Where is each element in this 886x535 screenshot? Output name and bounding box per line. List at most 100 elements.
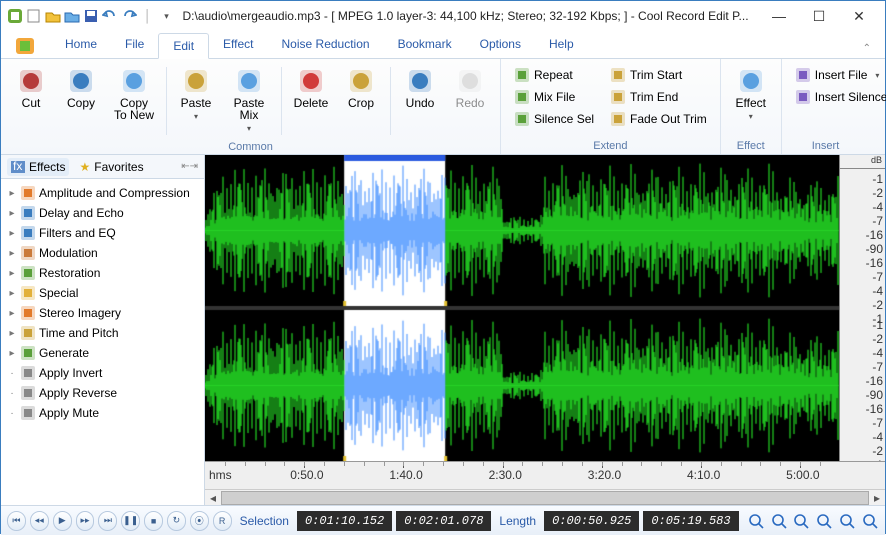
transport-skip-start-button[interactable]: ⏮ [7, 511, 26, 531]
effect-button[interactable]: Effect▾ [727, 63, 775, 127]
tree-time-pitch[interactable]: ▸ Time and Pitch [3, 323, 202, 343]
new-icon[interactable] [26, 8, 42, 24]
tree-generate[interactable]: ▸Generate [3, 343, 202, 363]
tab-fav-label: Favorites [94, 160, 143, 174]
time-pitch-icon [20, 325, 36, 341]
transport-play-button[interactable]: ▶ [53, 511, 72, 531]
open-icon[interactable] [45, 8, 61, 24]
transport-pause-button[interactable]: ❚❚ [121, 511, 140, 531]
tree-restoration[interactable]: ▸Restoration [3, 263, 202, 283]
open2-icon[interactable] [64, 8, 80, 24]
qa-chev-icon[interactable]: ▾ [159, 8, 175, 24]
paste-button[interactable]: Paste▾ [172, 63, 220, 127]
db-unit: dB [840, 155, 885, 169]
trim-start-button[interactable]: Trim Start [607, 65, 710, 85]
menu-effect[interactable]: Effect [209, 32, 267, 58]
save-icon[interactable] [83, 8, 99, 24]
tab-effects[interactable]: fx Effects [7, 158, 69, 176]
insert-file-button[interactable]: Insert File▾ [792, 65, 886, 85]
transport-stop-button[interactable]: ■ [144, 511, 163, 531]
scroll-left-icon[interactable]: ◂ [205, 491, 221, 505]
panel-expand-icon[interactable]: ⇤⇥ [181, 161, 198, 172]
transport-prev-button[interactable]: ◂◂ [30, 511, 49, 531]
silence-sel-button[interactable]: Silence Sel [511, 109, 597, 129]
expand-icon[interactable]: ▸ [7, 268, 17, 279]
close-button[interactable]: ✕ [839, 3, 879, 29]
transport-record-toggle-button[interactable]: ⦿ [190, 511, 209, 531]
expand-icon[interactable]: ▸ [7, 228, 17, 239]
mix-file-button[interactable]: Mix File [511, 87, 597, 107]
menu-bookmark[interactable]: Bookmark [384, 32, 466, 58]
ruler-mark: 0:50.0 [290, 468, 323, 482]
delete-button[interactable]: Delete [287, 63, 335, 113]
menu-file[interactable]: File [111, 32, 158, 58]
paste-icon [182, 67, 210, 95]
insert-silence-button[interactable]: Insert Silence▾ [792, 87, 886, 107]
expand-icon[interactable]: ▸ [7, 208, 17, 219]
tab-favorites[interactable]: ★ Favorites [75, 158, 147, 176]
paste-mix-button[interactable]: PasteMix▾ [222, 63, 276, 139]
menu-help[interactable]: Help [535, 32, 588, 58]
tree-filters[interactable]: ▸ Filters and EQ [3, 223, 202, 243]
tree-amplitude[interactable]: ▸Amplitude and Compression [3, 183, 202, 203]
menu-options[interactable]: Options [466, 32, 535, 58]
copy-to-new-label: CopyTo New [114, 97, 154, 121]
ruler-unit: hms [209, 468, 232, 482]
menu-noise-reduction[interactable]: Noise Reduction [268, 32, 384, 58]
crop-button[interactable]: Crop [337, 63, 385, 113]
tree-modulation[interactable]: ▸Modulation [3, 243, 202, 263]
trim-end-button[interactable]: Trim End [607, 87, 710, 107]
hscrollbar[interactable]: ◂ ▸ [205, 489, 885, 505]
tree-label: Time and Pitch [39, 326, 119, 340]
redo-icon[interactable] [121, 8, 137, 24]
tree-apply-mute[interactable]: ·Apply Mute [3, 403, 202, 423]
crop-icon [347, 67, 375, 95]
delay-icon [20, 205, 36, 221]
ribbon-collapse-icon[interactable]: ⌃ [859, 39, 875, 58]
undo-button[interactable]: Undo [396, 63, 444, 113]
zoom-out-button[interactable] [769, 511, 788, 531]
effect-icon [737, 67, 765, 95]
silence-sel-icon [514, 111, 530, 127]
copy-to-new-button[interactable]: CopyTo New [107, 63, 161, 125]
transport-skip-end-button[interactable]: ⏭ [98, 511, 117, 531]
undo-icon[interactable] [102, 8, 118, 24]
fade-out-trim-button[interactable]: Fade Out Trim [607, 109, 710, 129]
maximize-button[interactable]: ☐ [799, 3, 839, 29]
expand-icon[interactable]: ▸ [7, 328, 17, 339]
waveform-display[interactable] [205, 155, 839, 461]
expand-icon[interactable]: ▸ [7, 288, 17, 299]
transport-record-button[interactable]: R [213, 511, 232, 531]
tree-stereo[interactable]: ▸Stereo Imagery [3, 303, 202, 323]
zoom-v-out-button[interactable] [860, 511, 879, 531]
tree-apply-reverse[interactable]: ·Apply Reverse [3, 383, 202, 403]
zoom-fit-button[interactable] [815, 511, 834, 531]
menu-edit[interactable]: Edit [158, 33, 209, 59]
scroll-right-icon[interactable]: ▸ [869, 491, 885, 505]
zoom-sel-button[interactable] [792, 511, 811, 531]
tree-special[interactable]: ▸Special [3, 283, 202, 303]
copy-button[interactable]: Copy [57, 63, 105, 113]
zoom-in-button[interactable] [747, 511, 766, 531]
zoom-v-in-button[interactable] [837, 511, 856, 531]
transport-next-button[interactable]: ▸▸ [76, 511, 95, 531]
minimize-button[interactable]: — [759, 3, 799, 29]
transport-loop-button[interactable]: ↻ [167, 511, 186, 531]
effect-label: Effect [736, 97, 766, 109]
tree-delay[interactable]: ▸Delay and Echo [3, 203, 202, 223]
apply-invert-icon [20, 365, 36, 381]
menu-home[interactable]: Home [51, 32, 111, 58]
redo-button[interactable]: Redo [446, 63, 494, 113]
cut-button[interactable]: Cut [7, 63, 55, 113]
timeline-ruler[interactable]: hms0:50.01:40.02:30.03:20.04:10.05:00.0 [205, 461, 885, 489]
tree-apply-invert[interactable]: ·Apply Invert [3, 363, 202, 383]
chevron-down-icon: ▾ [247, 123, 251, 135]
expand-icon[interactable]: ▸ [7, 308, 17, 319]
repeat-button[interactable]: Repeat [511, 65, 597, 85]
tree-label: Filters and EQ [39, 226, 116, 240]
expand-icon[interactable]: ▸ [7, 188, 17, 199]
app-menu-button[interactable] [11, 34, 39, 58]
expand-icon[interactable]: ▸ [7, 348, 17, 359]
expand-icon[interactable]: ▸ [7, 248, 17, 259]
insert-file-icon [795, 67, 811, 83]
